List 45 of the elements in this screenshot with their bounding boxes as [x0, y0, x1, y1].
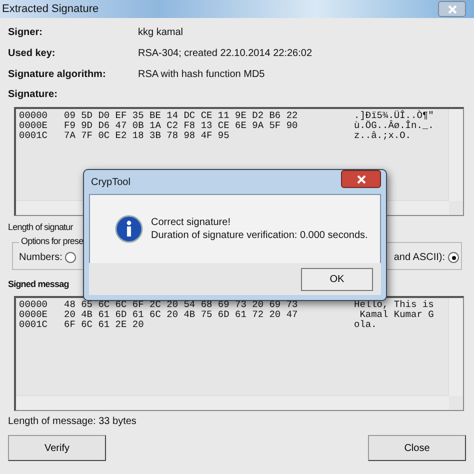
info-icon — [115, 215, 143, 243]
numbers-label: Numbers: — [19, 252, 62, 263]
hex-offset: 0001C — [19, 320, 49, 330]
hex-ascii: Kamal Kumar G — [358, 310, 434, 320]
close-icon — [448, 4, 456, 14]
hex-ascii: ola. — [354, 320, 377, 330]
hex-bytes: 6F 6C 61 2E 20 — [64, 320, 145, 330]
field-label: Used key: — [8, 48, 56, 59]
hex-offset: 00000 — [19, 300, 49, 310]
close-icon — [356, 174, 366, 184]
field-label: Signer: — [8, 27, 44, 38]
hex-offset: 00000 — [19, 111, 49, 121]
hex-ascii: z..â.;x.O. — [354, 131, 412, 141]
dialog-title: CrypTool — [91, 176, 130, 188]
field-label: Signature algorithm: — [8, 69, 107, 80]
dialog-button[interactable]: Verify — [8, 435, 106, 461]
hex-bytes: 09 5D D0 EF 35 BE 14 DC CE 11 9E D2 B6 22 — [64, 111, 299, 121]
hex-bytes: 20 4B 61 6D 61 6C 20 4B 75 6D 61 72 20 47 — [64, 310, 299, 320]
hex-offset: 0001C — [19, 131, 49, 141]
scrollbar[interactable] — [448, 298, 463, 396]
hex-bytes: 7A 7F 0C E2 18 3B 78 98 4F 95 — [64, 131, 230, 141]
hex-bytes: F9 9D D6 47 0B 1A C2 F8 13 CE 6E 9A 5F 90 — [64, 121, 299, 131]
scrollbar[interactable] — [448, 109, 463, 201]
message-text: Correct signature! — [151, 216, 232, 229]
field-value: RSA with hash function MD5 — [138, 69, 265, 80]
hex-offset: 0000E — [19, 121, 49, 131]
hex-ascii: .]Đï5¾.ÜÎ..Ò¶" — [354, 111, 434, 121]
hex-offset: 0000E — [19, 310, 49, 320]
field-value: kkg kamal — [138, 27, 184, 38]
group-title: Options for prese — [19, 236, 86, 246]
hex-ascii: ù.ÖG..Âø.În._. — [354, 121, 434, 131]
dialog-button[interactable]: Close — [368, 435, 466, 461]
radio-label: and ASCII): — [394, 252, 445, 263]
window-title: Extracted Signature — [1, 3, 99, 15]
radio-button[interactable] — [448, 252, 459, 263]
length-label: Length of message: 33 bytes — [8, 415, 138, 429]
close-button[interactable] — [341, 170, 381, 188]
length-label: Length of signatur — [8, 221, 73, 234]
radio-button[interactable] — [65, 252, 76, 263]
section-label: Signature: — [8, 88, 58, 102]
field-value: RSA-304; created 22.10.2014 22:26:02 — [138, 48, 312, 59]
scrollbar[interactable] — [16, 395, 449, 410]
ok-button[interactable]: OK — [301, 268, 373, 290]
section-label: Signed messag — [8, 278, 69, 291]
message-text: Duration of signature verification: 0.000 seconds. — [151, 229, 368, 242]
